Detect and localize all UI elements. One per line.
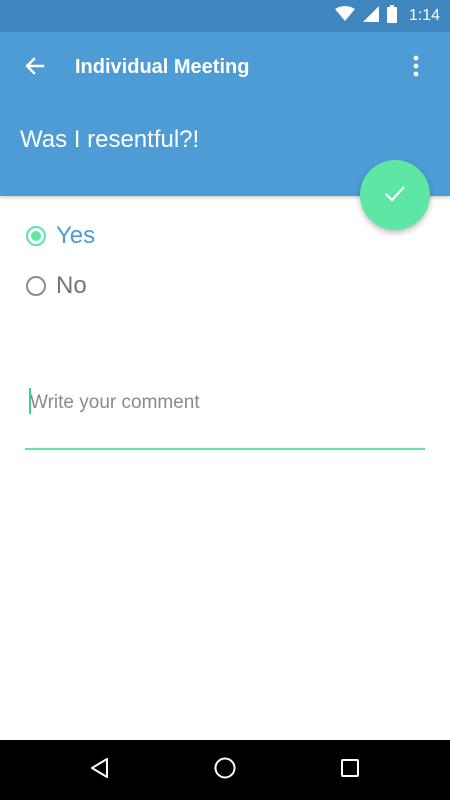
confirm-fab-button[interactable]	[360, 160, 430, 230]
radio-label-yes: Yes	[56, 222, 96, 249]
home-circle-icon	[213, 756, 237, 785]
recents-square-icon	[340, 758, 360, 783]
navigation-bar	[0, 740, 450, 800]
comment-input[interactable]	[25, 388, 430, 418]
signal-icon	[362, 5, 379, 27]
more-vert-icon	[413, 55, 419, 82]
battery-icon	[386, 4, 397, 28]
text-cursor	[29, 388, 31, 414]
status-time: 1:14	[408, 7, 440, 24]
status-icons: 1:14	[334, 0, 440, 32]
wifi-icon	[334, 5, 355, 27]
toolbar-title: Individual Meeting	[75, 56, 250, 78]
radio-option-no[interactable]: No	[26, 268, 87, 304]
comment-field	[25, 380, 430, 450]
question-title: Was I resentful?!	[20, 126, 200, 153]
radio-label-no: No	[56, 272, 87, 299]
nav-back-button[interactable]	[80, 750, 120, 790]
nav-home-button[interactable]	[205, 750, 245, 790]
back-button[interactable]	[14, 48, 56, 88]
status-bar: 1:14	[0, 0, 450, 32]
check-icon	[382, 180, 408, 211]
radio-option-yes[interactable]: Yes	[26, 218, 95, 254]
overflow-menu-button[interactable]	[396, 48, 436, 88]
back-triangle-icon	[89, 757, 111, 784]
nav-recents-button[interactable]	[330, 750, 370, 790]
arrow-left-icon	[23, 54, 47, 83]
radio-unchecked-icon[interactable]	[26, 276, 46, 296]
radio-checked-icon[interactable]	[26, 226, 46, 246]
